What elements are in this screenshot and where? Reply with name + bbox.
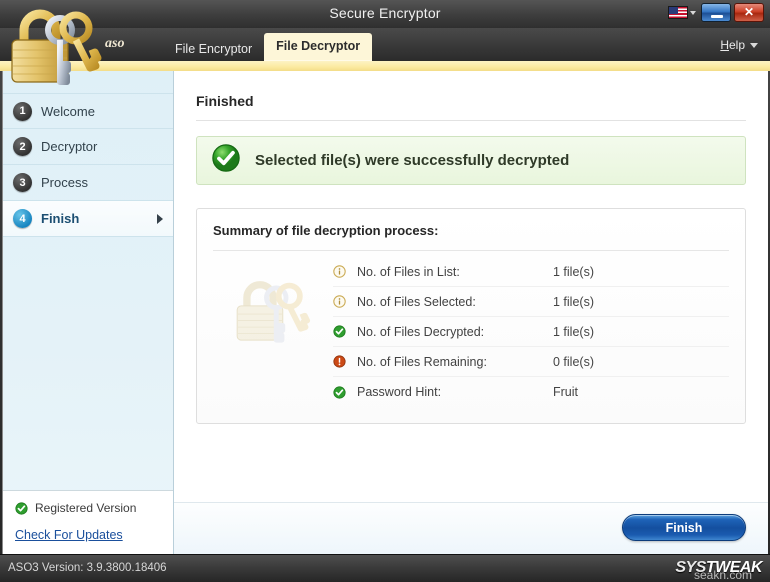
check-icon (333, 325, 357, 338)
registration-status: Registered Version (15, 501, 173, 515)
sidebar-item-label: Process (41, 175, 88, 190)
finish-button[interactable]: Finish (622, 514, 746, 541)
application-window: Secure Encryptor ✕ aso File Encryptor Fi… (0, 0, 770, 582)
step-number: 3 (13, 173, 32, 192)
version-label: ASO3 Version: 3.9.3800.18406 (8, 562, 167, 574)
status-bar: ASO3 Version: 3.9.3800.18406 SYSTWEAK se… (0, 554, 770, 582)
step-number: 2 (13, 137, 32, 156)
sidebar-item-finish[interactable]: 4 Finish (3, 201, 173, 237)
chevron-down-icon (690, 10, 696, 15)
tab-file-encryptor[interactable]: File Encryptor (163, 37, 264, 61)
summary-value: Fruit (553, 385, 578, 399)
close-button[interactable]: ✕ (734, 3, 764, 22)
sidebar-item-label: Welcome (41, 103, 95, 119)
nav-bar: aso File Encryptor File Decryptor Help (0, 28, 770, 61)
window-title: Secure Encryptor (329, 5, 441, 21)
help-menu[interactable]: Help (720, 38, 758, 52)
summary-row: No. of Files in List: 1 file(s) (333, 257, 729, 287)
sidebar-item-decryptor[interactable]: 2 Decryptor (3, 129, 173, 165)
warning-icon (333, 355, 357, 368)
accent-strip (0, 61, 770, 71)
sidebar-item-welcome[interactable]: 1 Welcome (3, 93, 173, 129)
divider (213, 250, 729, 251)
step-list: 1 Welcome 2 Decryptor 3 Process 4 Finish (3, 71, 173, 237)
summary-row: No. of Files Remaining: 0 file(s) (333, 347, 729, 377)
summary-value: 1 file(s) (553, 324, 594, 339)
summary-row: No. of Files Decrypted: 1 file(s) (333, 317, 729, 347)
sidebar-item-label: Finish (41, 211, 80, 226)
step-number: 4 (13, 209, 32, 228)
sidebar-footer: Registered Version Check For Updates (3, 490, 173, 554)
summary-rows: No. of Files in List: 1 file(s) No. of F… (333, 257, 729, 407)
page-title: Finished (196, 93, 254, 109)
padlock-keys-illustration (213, 257, 333, 354)
sidebar-item-process[interactable]: 3 Process (3, 165, 173, 201)
info-icon (333, 295, 357, 308)
main-content: Finished Selected file(s) were successfu… (174, 71, 768, 554)
action-bar: Finish (174, 502, 768, 554)
registration-label: Registered Version (35, 501, 137, 515)
info-icon (333, 265, 357, 278)
watermark-label: seakn.com (693, 568, 752, 582)
summary-label: No. of Files Selected: (357, 294, 476, 309)
summary-value: 0 file(s) (553, 354, 594, 369)
summary-row: No. of Files Selected: 1 file(s) (333, 287, 729, 317)
sidebar: 1 Welcome 2 Decryptor 3 Process 4 Finish (3, 71, 174, 554)
title-bar: Secure Encryptor ✕ (0, 0, 770, 28)
summary-value: 1 file(s) (553, 264, 594, 279)
summary-panel: Summary of file decryption process: No. … (196, 208, 746, 424)
summary-label: No. of Files in List: (357, 264, 460, 279)
us-flag-icon (668, 6, 688, 19)
check-updates-link[interactable]: Check For Updates (15, 528, 173, 542)
step-number: 1 (13, 101, 32, 121)
summary-label: No. of Files Decrypted: (357, 324, 485, 339)
summary-title: Summary of file decryption process: (213, 223, 439, 238)
minimize-button[interactable] (701, 3, 731, 22)
window-controls: ✕ (666, 3, 764, 22)
check-icon (15, 501, 28, 515)
chevron-down-icon (750, 42, 758, 48)
window-body: 1 Welcome 2 Decryptor 3 Process 4 Finish (2, 71, 768, 554)
language-flag-button[interactable] (666, 5, 698, 20)
tab-file-decryptor[interactable]: File Decryptor (264, 33, 373, 61)
chevron-right-icon (157, 213, 163, 224)
padlock-keys-icon (2, 2, 110, 93)
sidebar-item-label: Decryptor (41, 139, 98, 154)
check-icon (211, 143, 241, 178)
check-icon (333, 385, 357, 399)
success-banner: Selected file(s) were successfully decry… (196, 136, 746, 185)
summary-label: No. of Files Remaining: (357, 354, 487, 369)
help-label: Help (720, 38, 745, 52)
summary-label: Password Hint: (357, 385, 442, 399)
summary-value: 1 file(s) (553, 294, 594, 309)
tab-strip: File Encryptor File Decryptor (163, 33, 373, 61)
divider (196, 120, 746, 121)
summary-row: Password Hint: Fruit (333, 377, 729, 407)
success-message: Selected file(s) were successfully decry… (255, 152, 570, 169)
